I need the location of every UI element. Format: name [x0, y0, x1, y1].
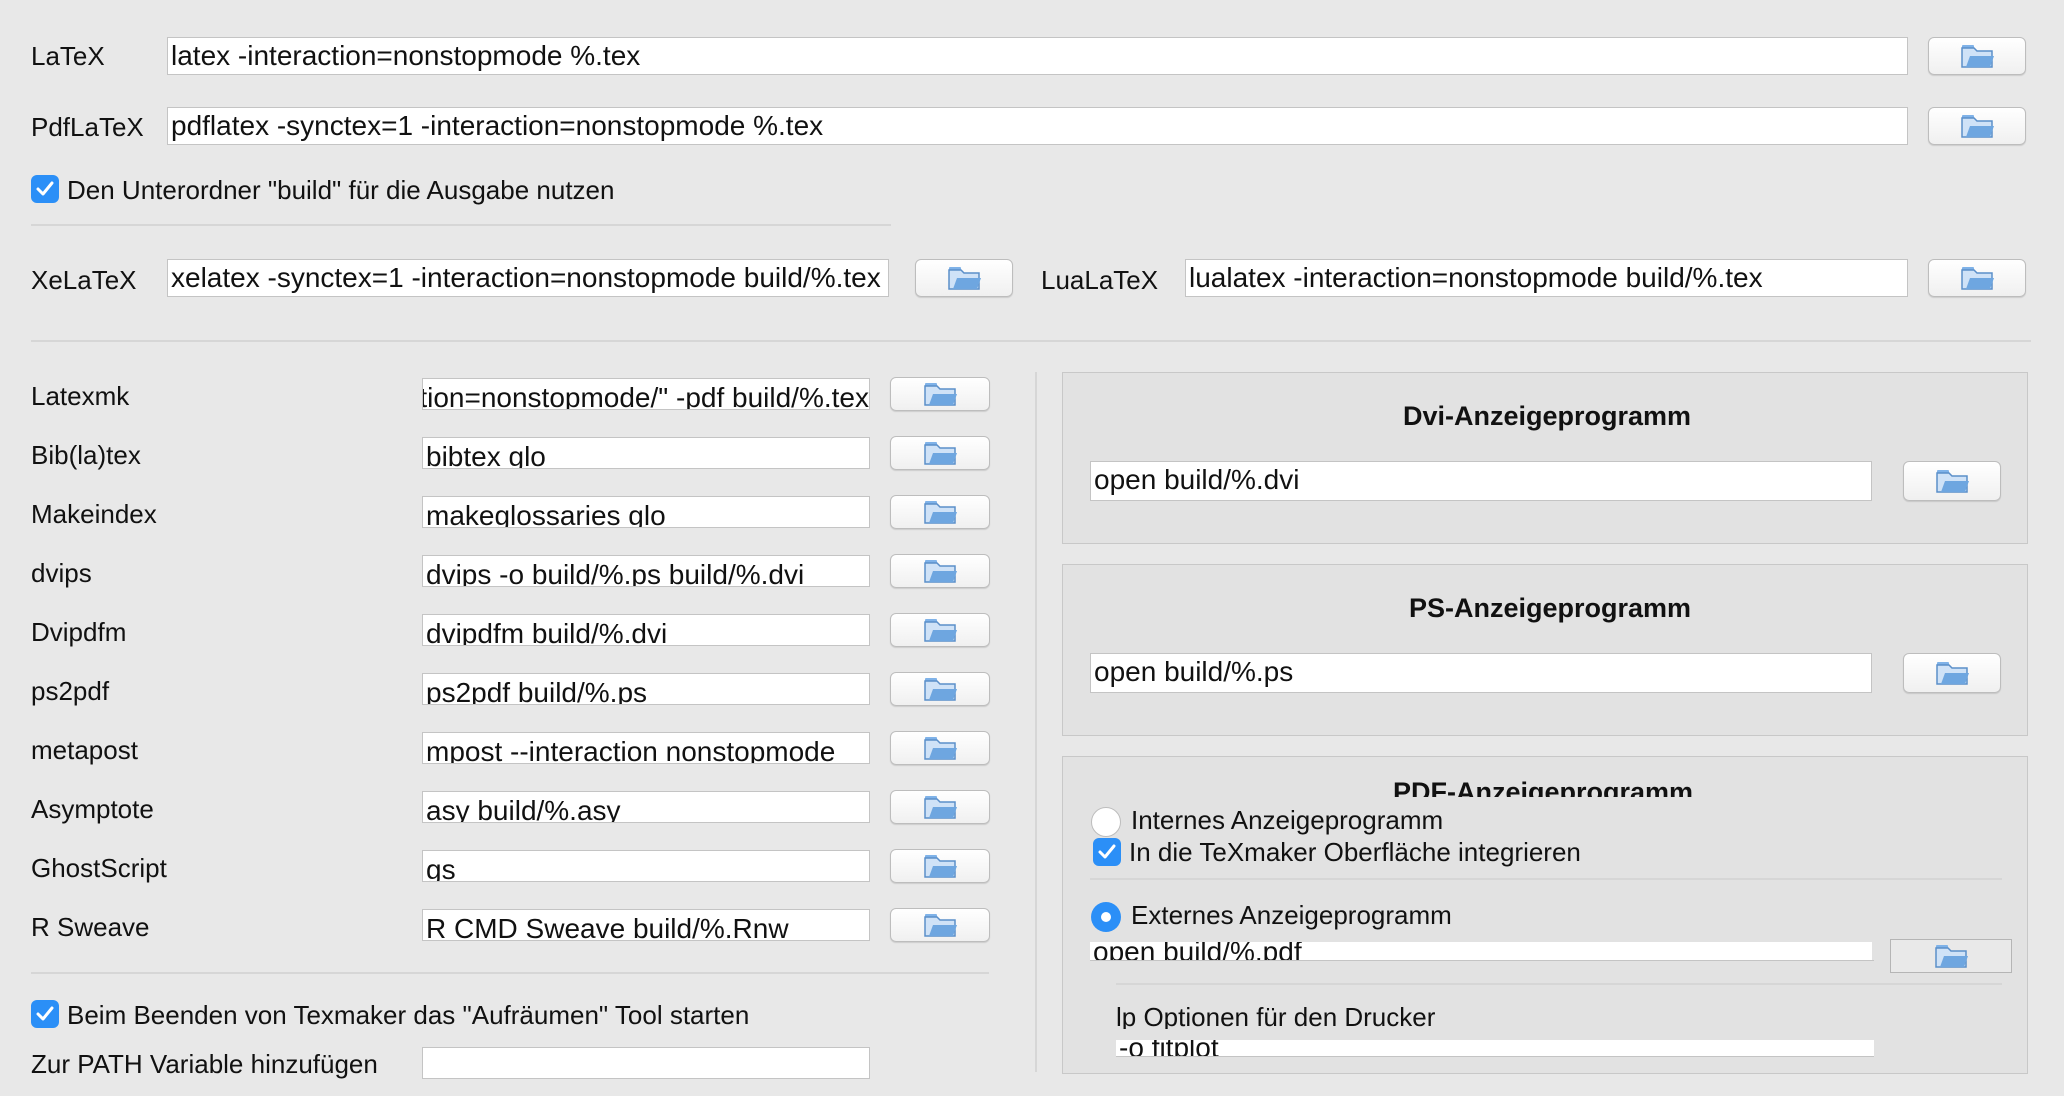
checkmark-icon — [1098, 844, 1116, 859]
ps-viewer-title: PS-Anzeigeprogramm — [1409, 593, 1692, 623]
internal-viewer-radio[interactable] — [1091, 807, 1121, 837]
folder-open-icon — [948, 267, 981, 290]
tool-label: metapost — [31, 735, 138, 765]
folder-open-icon — [924, 383, 957, 406]
xelatex-command-input[interactable]: xelatex -synctex=1 -interaction=nonstopm… — [167, 259, 889, 297]
lualatex-label: LuaLaTeX — [1041, 265, 1159, 295]
tool-command-input[interactable]: makeglossaries glo — [422, 496, 870, 528]
dvi-viewer-group: Dvi-Anzeigeprogramm open build/%.dvi — [1062, 372, 2028, 544]
folder-open-icon — [924, 737, 957, 760]
tool-browse-button[interactable] — [890, 672, 990, 706]
latex-command-input[interactable]: latex -interaction=nonstopmode %.tex — [167, 37, 1908, 75]
tool-command-input[interactable]: dvipdfm build/%.dvi — [422, 614, 870, 646]
latex-browse-button[interactable] — [1928, 37, 2026, 75]
tool-label: GhostScript — [31, 853, 167, 883]
tool-command-input[interactable]: bibtex glo — [422, 437, 870, 469]
ps-viewer-input[interactable]: open build/%.ps — [1090, 653, 1872, 693]
folder-open-icon — [1935, 945, 1968, 968]
folder-open-icon — [924, 796, 957, 819]
ps-viewer-group: PS-Anzeigeprogramm open build/%.ps — [1062, 564, 2028, 736]
folder-open-icon — [1961, 45, 1994, 68]
separator — [31, 340, 2031, 342]
build-folder-checkbox[interactable] — [31, 175, 59, 203]
tool-label: dvips — [31, 558, 92, 588]
dvi-viewer-browse-button[interactable] — [1903, 461, 2001, 501]
latex-label: LaTeX — [31, 41, 105, 71]
vertical-separator — [1035, 372, 1037, 1072]
tool-command-input[interactable]: ps2pdf build/%.ps — [422, 673, 870, 705]
tool-browse-button[interactable] — [890, 790, 990, 824]
folder-open-icon — [1936, 470, 1969, 493]
printer-input-clip: -o fitplot — [1116, 1040, 1874, 1057]
tool-browse-button[interactable] — [890, 554, 990, 588]
embed-viewer-label: In die TeXmaker Oberfläche integrieren — [1129, 837, 1581, 867]
pdf-viewer-title-clip: PDF-Anzeigeprogramm — [1393, 777, 1733, 797]
tool-label: Makeindex — [31, 499, 157, 529]
separator — [1116, 983, 2002, 985]
tool-command-input[interactable]: gs — [422, 850, 870, 882]
pdflatex-label: PdfLaTeX — [31, 112, 144, 142]
internal-viewer-label: Internes Anzeigeprogramm — [1131, 805, 1444, 835]
tool-command-input[interactable]: asy build/%.asy — [422, 791, 870, 823]
printer-options-label: lp Optionen für den Drucker — [1116, 1007, 1436, 1029]
pdf-viewer-title: PDF-Anzeigeprogramm — [1393, 777, 1694, 797]
tool-label: Bib(la)tex — [31, 440, 141, 470]
tool-browse-button[interactable] — [890, 908, 990, 942]
tool-label: Dvipdfm — [31, 617, 127, 647]
folder-open-icon — [924, 560, 957, 583]
tool-browse-button[interactable] — [890, 849, 990, 883]
separator — [1090, 878, 2002, 880]
separator — [31, 972, 989, 974]
embed-viewer-checkbox[interactable] — [1093, 838, 1121, 866]
pdf-viewer-group: PDF-Anzeigeprogramm Internes Anzeigeprog… — [1062, 756, 2028, 1074]
separator — [31, 224, 891, 226]
xelatex-label: XeLaTeX — [31, 265, 137, 295]
pdflatex-command-input[interactable]: pdflatex -synctex=1 -interaction=nonstop… — [167, 107, 1908, 145]
tool-browse-button[interactable] — [890, 613, 990, 647]
tool-command-input[interactable]: dvips -o build/%.ps build/%.dvi — [422, 555, 870, 587]
tool-label: R Sweave — [31, 912, 150, 942]
tool-command-input[interactable]: latexmk -e "$pdflatex=q/pdflatex -syncte… — [422, 378, 870, 410]
checkmark-icon — [36, 181, 54, 196]
folder-open-icon — [924, 501, 957, 524]
folder-open-icon — [924, 442, 957, 465]
folder-open-icon — [1936, 662, 1969, 685]
tool-browse-button[interactable] — [890, 436, 990, 470]
tool-command-input[interactable]: mpost --interaction nonstopmode — [422, 732, 870, 764]
path-variable-input[interactable] — [422, 1047, 870, 1079]
lualatex-browse-button[interactable] — [1928, 259, 2026, 297]
tool-browse-button[interactable] — [890, 731, 990, 765]
dvi-viewer-title: Dvi-Anzeigeprogramm — [1403, 401, 1692, 431]
path-variable-label: Zur PATH Variable hinzufügen — [31, 1049, 378, 1079]
build-folder-label: Den Unterordner "build" für die Ausgabe … — [67, 175, 615, 205]
cleanup-checkbox[interactable] — [31, 1000, 59, 1028]
external-viewer-radio[interactable] — [1091, 902, 1121, 932]
folder-open-icon — [1961, 267, 1994, 290]
folder-open-icon — [924, 619, 957, 642]
folder-open-icon — [924, 678, 957, 701]
printer-options-input[interactable]: -o fitplot — [1116, 1040, 1874, 1056]
folder-open-icon — [924, 914, 957, 937]
tool-label: Latexmk — [31, 381, 130, 411]
external-viewer-input-clip: open build/%.pdf — [1090, 942, 1874, 961]
folder-open-icon — [924, 855, 957, 878]
pdflatex-browse-button[interactable] — [1928, 107, 2026, 145]
external-viewer-input[interactable]: open build/%.pdf — [1090, 942, 1872, 960]
dvi-viewer-input[interactable]: open build/%.dvi — [1090, 461, 1872, 501]
external-viewer-label: Externes Anzeigeprogramm — [1131, 900, 1452, 930]
checkmark-icon — [36, 1006, 54, 1021]
tool-command-input[interactable]: R CMD Sweave build/%.Rnw — [422, 909, 870, 941]
tool-label: ps2pdf — [31, 676, 110, 706]
printer-label-clip: lp Optionen für den Drucker — [1116, 1007, 1716, 1029]
ps-viewer-browse-button[interactable] — [1903, 653, 2001, 693]
lualatex-command-input[interactable]: lualatex -interaction=nonstopmode build/… — [1185, 259, 1908, 297]
external-viewer-browse-button[interactable] — [1890, 939, 2012, 973]
cleanup-label: Beim Beenden von Texmaker das "Aufräumen… — [67, 1000, 750, 1030]
xelatex-browse-button[interactable] — [915, 259, 1013, 297]
tool-label: Asymptote — [31, 794, 154, 824]
tool-browse-button[interactable] — [890, 495, 990, 529]
tool-browse-button[interactable] — [890, 377, 990, 411]
folder-open-icon — [1961, 115, 1994, 138]
